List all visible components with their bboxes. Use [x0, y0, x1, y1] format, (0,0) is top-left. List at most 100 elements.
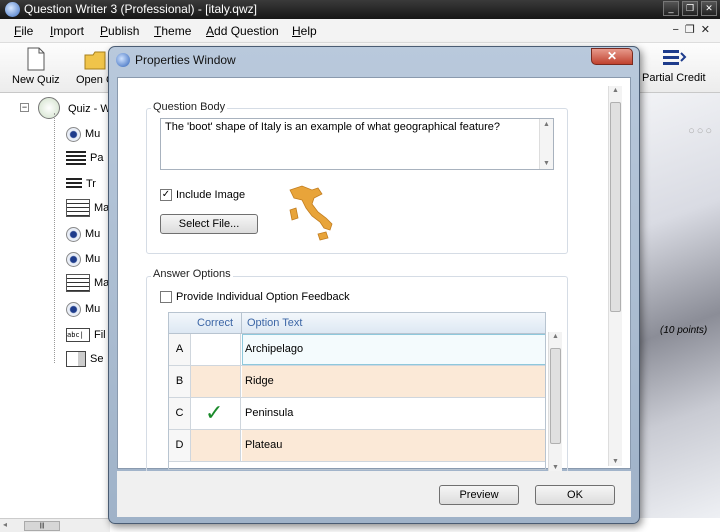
- matrix-icon: [66, 199, 90, 217]
- tree-item-label: Ma: [94, 202, 110, 214]
- fill-in-blank-icon: abc|: [66, 328, 90, 342]
- answers-scrollbar[interactable]: ▲ ▼: [548, 332, 562, 472]
- dialog-scrollbar[interactable]: ▲ ▼: [608, 86, 622, 466]
- true-false-icon: [66, 178, 82, 190]
- scroll-up-icon[interactable]: ▲: [543, 121, 550, 128]
- dialog-footer: Preview OK: [117, 471, 631, 517]
- scroll-up-icon[interactable]: ▲: [612, 87, 619, 94]
- tree-item-label: Mu: [85, 303, 101, 315]
- app-icon: [5, 2, 20, 17]
- matrix-icon: [66, 274, 90, 292]
- menu-import[interactable]: Import: [50, 24, 84, 38]
- select-file-button[interactable]: Select File...: [160, 214, 258, 234]
- app-title: Question Writer 3 (Professional) - [ital…: [24, 2, 257, 16]
- question-text: The 'boot' shape of Italy is an example …: [165, 121, 501, 133]
- answer-table-header: Correct Option Text: [169, 313, 545, 334]
- tree-item[interactable]: Pa: [66, 149, 103, 167]
- scroll-up-icon[interactable]: ▲: [552, 333, 559, 340]
- multiple-choice-icon: [66, 301, 81, 317]
- answer-correct-cell[interactable]: [191, 430, 241, 461]
- answer-text-cell[interactable]: [242, 366, 545, 397]
- scroll-left-icon[interactable]: ◂: [3, 520, 7, 529]
- partial-credit-icon: [662, 50, 687, 65]
- include-image-check-icon[interactable]: ✓: [160, 189, 172, 201]
- answer-row[interactable]: D Plateau: [169, 430, 545, 462]
- option-text-column-header: Option Text: [247, 317, 303, 329]
- menu-bar: File Import Publish Theme Add Question H…: [0, 19, 720, 43]
- points-label: (10 points): [660, 325, 708, 336]
- window-controls: _ ❐ ✕: [663, 1, 717, 16]
- dialog-body: Question Body The 'boot' shape of Italy …: [117, 77, 631, 476]
- tree-item-label: Ma: [94, 277, 110, 289]
- include-image-checkbox[interactable]: ✓ Include Image: [160, 189, 245, 201]
- question-body-label: Question Body: [151, 101, 228, 113]
- italy-map-image: [289, 185, 333, 241]
- answer-options-table: Correct Option Text A Archipelago B Ridg…: [168, 312, 546, 470]
- answer-text-cell[interactable]: [242, 430, 545, 461]
- tree-item-label: Mu: [85, 228, 101, 240]
- tree-item-label: Pa: [90, 152, 104, 164]
- ok-button[interactable]: OK: [535, 485, 615, 505]
- menu-publish[interactable]: Publish: [100, 24, 139, 38]
- question-text-input[interactable]: The 'boot' shape of Italy is an example …: [160, 118, 554, 170]
- tree-item-label: Mu: [85, 128, 101, 140]
- minimize-icon[interactable]: _: [663, 1, 679, 16]
- scrollbar-thumb[interactable]: [550, 348, 561, 444]
- include-image-label: Include Image: [176, 189, 246, 201]
- answer-correct-cell[interactable]: [191, 334, 241, 365]
- menu-add-question[interactable]: Add Question: [206, 24, 279, 38]
- answer-text: Peninsula: [245, 407, 294, 419]
- menu-theme[interactable]: Theme: [154, 24, 191, 38]
- scroll-down-icon[interactable]: ▼: [552, 464, 559, 471]
- scrollbar-thumb[interactable]: [610, 102, 621, 312]
- tree-collapse-icon[interactable]: −: [20, 103, 29, 112]
- folder-icon: [84, 51, 106, 70]
- new-quiz-button[interactable]: New Quiz: [12, 47, 60, 86]
- answer-letter: D: [169, 430, 191, 461]
- answer-correct-cell[interactable]: [191, 366, 241, 397]
- answer-letter: A: [169, 334, 191, 365]
- tree-item[interactable]: abc| Fil: [66, 326, 106, 344]
- tree-item[interactable]: Se: [66, 350, 103, 368]
- tree-item[interactable]: Mu: [66, 250, 100, 268]
- question-scrollbar[interactable]: ▲ ▼: [539, 119, 553, 169]
- option-feedback-check-icon[interactable]: [160, 291, 172, 303]
- dialog-close-button[interactable]: ✕: [591, 48, 633, 65]
- option-feedback-checkbox[interactable]: Provide Individual Option Feedback: [160, 291, 350, 303]
- tree-connector: [54, 113, 55, 363]
- new-quiz-label: New Quiz: [12, 74, 60, 86]
- tree-item[interactable]: Ma: [66, 199, 109, 217]
- tree-item[interactable]: Mu: [66, 125, 100, 143]
- tree-item[interactable]: Mu: [66, 225, 100, 243]
- answer-row[interactable]: B Ridge: [169, 366, 545, 398]
- answer-text: Archipelago: [245, 343, 304, 355]
- scrollbar-thumb[interactable]: |||: [24, 521, 60, 531]
- multiple-choice-icon: [66, 251, 81, 267]
- restore-icon[interactable]: ❐: [682, 1, 698, 16]
- paragraph-icon: [66, 151, 86, 165]
- partial-credit-button[interactable]: Partial Credit: [642, 47, 706, 84]
- new-document-icon: [27, 47, 45, 71]
- mdi-controls[interactable]: −❐✕: [672, 23, 716, 36]
- app-title-bar: Question Writer 3 (Professional) - [ital…: [0, 0, 720, 19]
- answer-row[interactable]: C ✓ Peninsula: [169, 398, 545, 430]
- answer-row[interactable]: A Archipelago: [169, 334, 545, 366]
- menu-help[interactable]: Help: [292, 24, 317, 38]
- answer-letter: C: [169, 398, 191, 429]
- preview-background: ○○○ (10 points): [636, 93, 720, 518]
- option-feedback-label: Provide Individual Option Feedback: [176, 291, 350, 303]
- scroll-down-icon[interactable]: ▼: [612, 458, 619, 465]
- properties-dialog: Properties Window ✕ Question Body The 'b…: [108, 46, 640, 524]
- tree-item[interactable]: Mu: [66, 300, 100, 318]
- answer-correct-cell[interactable]: ✓: [191, 398, 241, 429]
- tree-item[interactable]: Tr: [66, 175, 96, 193]
- dialog-icon: [116, 53, 130, 67]
- preview-button[interactable]: Preview: [439, 485, 519, 505]
- tree-item[interactable]: Ma: [66, 274, 109, 292]
- close-icon[interactable]: ✕: [701, 1, 717, 16]
- answer-text: Ridge: [245, 375, 274, 387]
- tree-scrollbar[interactable]: ◂ |||: [0, 518, 110, 532]
- header-divider: [241, 313, 242, 334]
- menu-file[interactable]: File: [14, 24, 33, 38]
- scroll-down-icon[interactable]: ▼: [543, 160, 550, 167]
